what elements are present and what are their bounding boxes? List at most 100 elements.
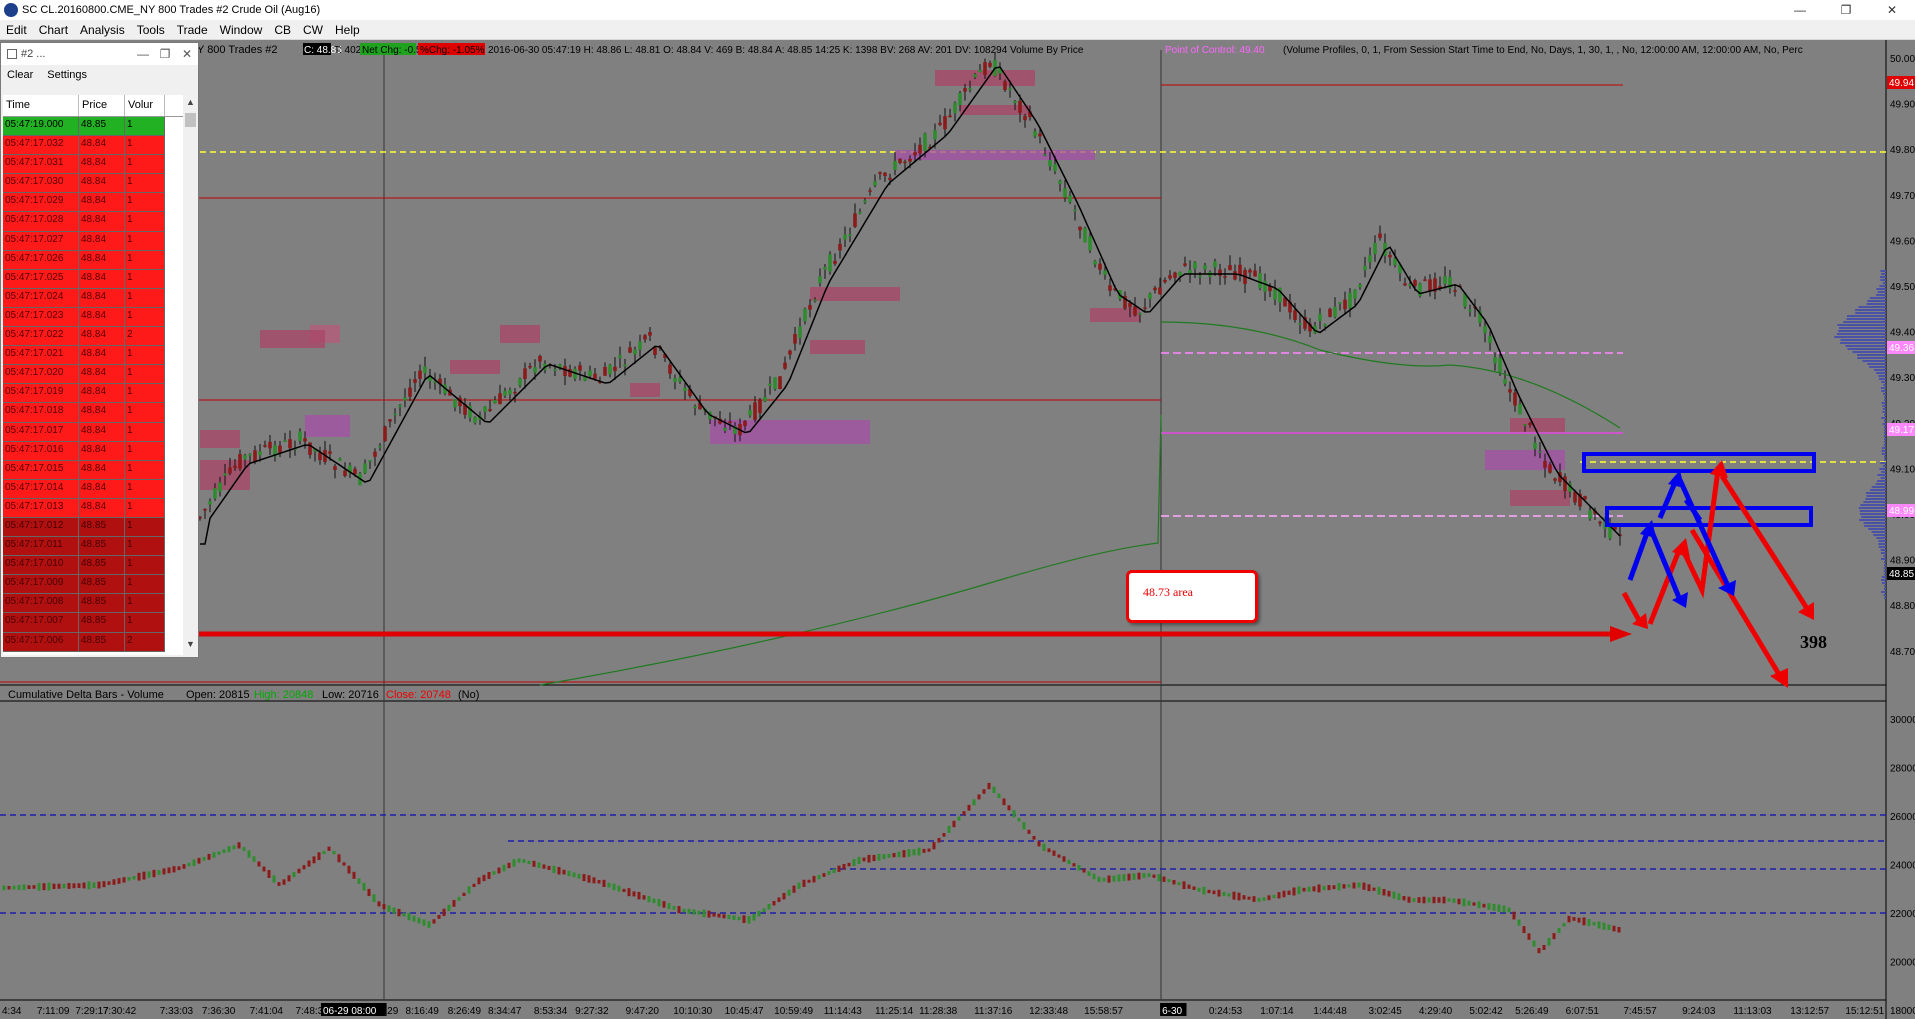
menu-cb[interactable]: CB <box>268 23 297 37</box>
minimize-button[interactable]: — <box>1777 0 1823 20</box>
profile-bar <box>1877 291 1886 293</box>
price-axis: 50.00 49.90 49.80 49.70 49.60 49.50 49.40 49.30… <box>1887 54 1915 658</box>
tts-time-cell: 05:47:17.009 <box>3 575 79 595</box>
profile-bar <box>1857 354 1886 356</box>
profile-bar <box>1881 390 1886 392</box>
candle-body <box>388 419 392 422</box>
candle-body <box>1428 279 1432 292</box>
tts-restore-button[interactable]: ❐ <box>154 47 176 61</box>
profile-bar <box>1883 594 1886 596</box>
scroll-down-icon[interactable]: ▼ <box>183 639 198 653</box>
tts-row[interactable]: 05:47:17.032 48.84 1 <box>3 136 183 156</box>
tts-row[interactable]: 05:47:17.022 48.84 2 <box>3 327 183 347</box>
tts-close-button[interactable]: ✕ <box>176 47 198 61</box>
tts-minimize-button[interactable]: — <box>132 47 154 61</box>
delta-bar <box>147 871 151 878</box>
menu-help[interactable]: Help <box>329 23 366 37</box>
candle-body <box>1538 451 1542 453</box>
delta-bar <box>782 892 786 900</box>
col-time-header[interactable]: Time <box>3 95 79 116</box>
tts-row[interactable]: 05:47:19.000 48.85 1 <box>3 117 183 137</box>
tts-row[interactable]: 05:47:17.020 48.84 1 <box>3 365 183 385</box>
tts-row[interactable]: 05:47:17.014 48.84 1 <box>3 479 183 499</box>
col-volume-header[interactable]: Volur <box>125 95 165 116</box>
menu-tools[interactable]: Tools <box>131 23 171 37</box>
delta-bar <box>1607 924 1611 931</box>
candle-body <box>673 378 677 383</box>
candle-body <box>1508 389 1512 393</box>
chart-area[interactable]: Y 800 Trades #2 C: 48.85 T: 402 Net Chg:… <box>0 40 1915 1019</box>
delta-bar <box>1117 874 1121 882</box>
tts-row[interactable]: 05:47:17.021 48.84 1 <box>3 346 183 366</box>
blue-zone-upper[interactable] <box>1582 452 1816 473</box>
candle-body <box>653 347 657 355</box>
delta-bar <box>942 833 946 837</box>
time-tick-label: 5:26:49 <box>1515 1006 1549 1017</box>
col-price-header[interactable]: Price <box>79 95 125 116</box>
tts-volume-cell: 1 <box>125 403 165 423</box>
delta-bar <box>212 852 216 858</box>
tts-row[interactable]: 05:47:17.010 48.85 1 <box>3 556 183 576</box>
tts-scrollbar[interactable]: ▲ ▼ <box>183 95 198 655</box>
tts-row[interactable]: 05:47:17.031 48.84 1 <box>3 155 183 175</box>
profile-bar <box>1884 585 1886 587</box>
delta-bar <box>1142 873 1146 879</box>
tts-row[interactable]: 05:47:17.016 48.84 1 <box>3 441 183 461</box>
menu-analysis[interactable]: Analysis <box>74 23 131 37</box>
candle-body <box>283 440 287 442</box>
price-chart[interactable]: Y 800 Trades #2 C: 48.85 T: 402 Net Chg:… <box>0 40 1915 1019</box>
time-and-sales-window[interactable]: #2 ... — ❐ ✕ Clear Settings Time Price V… <box>0 42 199 658</box>
tts-row[interactable]: 05:47:17.006 48.85 2 <box>3 632 183 652</box>
candle-body <box>693 406 697 409</box>
candle-body <box>1013 100 1017 103</box>
scroll-up-icon[interactable]: ▲ <box>183 97 198 111</box>
tts-price-cell: 48.84 <box>79 403 125 423</box>
t-value: T: 402 <box>334 45 362 56</box>
tts-volume-cell: 1 <box>125 193 165 213</box>
delta-bar <box>1062 856 1066 862</box>
candle-body <box>508 389 512 395</box>
tts-row[interactable]: 05:47:17.013 48.84 1 <box>3 498 183 518</box>
tts-row[interactable]: 05:47:17.024 48.84 1 <box>3 288 183 308</box>
tts-row[interactable]: 05:47:17.027 48.84 1 <box>3 231 183 251</box>
profile-bar <box>1843 321 1886 323</box>
tts-row[interactable]: 05:47:17.028 48.84 1 <box>3 212 183 232</box>
restore-button[interactable]: ❐ <box>1823 0 1869 20</box>
candle-body <box>1453 290 1457 292</box>
tts-grid[interactable]: Time Price Volur 05:47:19.000 48.85 1 05:47… <box>3 95 183 655</box>
tts-row[interactable]: 05:47:17.018 48.84 1 <box>3 403 183 423</box>
menu-window[interactable]: Window <box>214 23 269 37</box>
tts-row[interactable]: 05:47:17.007 48.85 1 <box>3 613 183 633</box>
profile-bar <box>1884 459 1886 461</box>
delta-bar <box>287 875 291 882</box>
tts-row[interactable]: 05:47:17.015 48.84 1 <box>3 460 183 480</box>
delta-bar <box>1232 891 1236 900</box>
tts-row[interactable]: 05:47:17.011 48.85 1 <box>3 537 183 557</box>
delta-bar <box>327 846 331 851</box>
tts-row[interactable]: 05:47:17.026 48.84 1 <box>3 250 183 270</box>
menu-edit[interactable]: Edit <box>0 23 33 37</box>
tts-row[interactable]: 05:47:17.017 48.84 1 <box>3 422 183 442</box>
candle-body <box>773 377 777 390</box>
red-arrow <box>1621 591 1643 624</box>
delta-bar <box>1257 897 1261 902</box>
menu-cw[interactable]: CW <box>297 23 329 37</box>
tts-row[interactable]: 05:47:17.012 48.85 1 <box>3 517 183 538</box>
lower-low: Low: 20716 <box>322 689 379 701</box>
scroll-thumb[interactable] <box>185 113 196 127</box>
menu-chart[interactable]: Chart <box>33 23 74 37</box>
tts-row[interactable]: 05:47:17.030 48.84 1 <box>3 174 183 194</box>
menu-trade[interactable]: Trade <box>171 23 214 37</box>
profile-bar <box>1871 486 1886 488</box>
tts-row[interactable]: 05:47:17.008 48.85 1 <box>3 594 183 614</box>
clear-button[interactable]: Clear <box>7 69 33 81</box>
area-annotation[interactable]: 48.73 area <box>1126 570 1258 623</box>
close-button[interactable]: ✕ <box>1869 0 1915 20</box>
tts-row[interactable]: 05:47:17.019 48.84 1 <box>3 384 183 404</box>
delta-bar <box>292 872 296 878</box>
tts-row[interactable]: 05:47:17.009 48.85 1 <box>3 575 183 595</box>
tts-row[interactable]: 05:47:17.025 48.84 1 <box>3 269 183 289</box>
tts-row[interactable]: 05:47:17.029 48.84 1 <box>3 193 183 213</box>
settings-button[interactable]: Settings <box>47 69 87 81</box>
tts-row[interactable]: 05:47:17.023 48.84 1 <box>3 307 183 328</box>
